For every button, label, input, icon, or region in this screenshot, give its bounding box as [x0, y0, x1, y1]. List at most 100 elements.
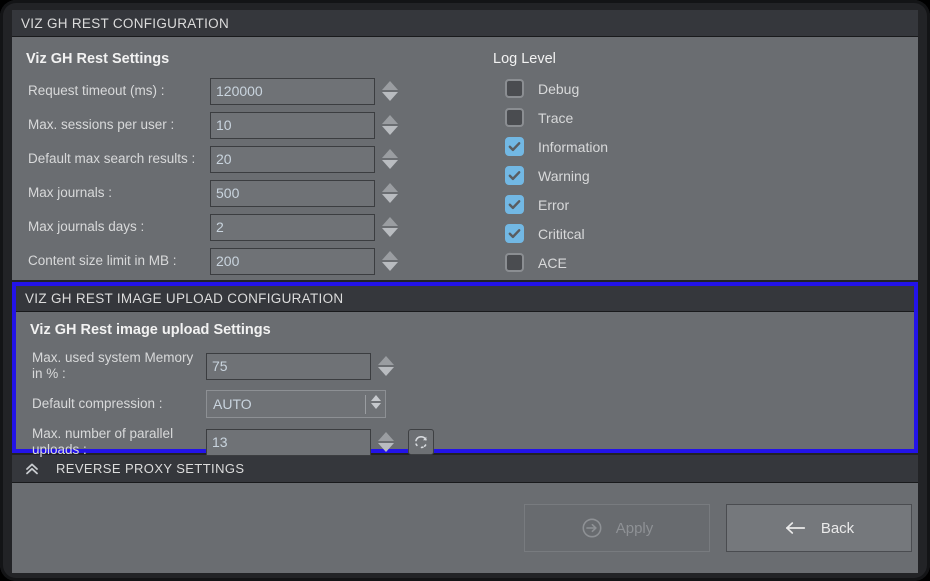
spinner-up-icon[interactable] [382, 251, 398, 260]
back-button-label: Back [820, 519, 855, 537]
reset-parallel-uploads-button[interactable] [408, 429, 434, 455]
input-request-timeout[interactable] [210, 77, 375, 105]
image-upload-settings-title: Viz GH Rest image upload Settings [30, 322, 271, 338]
checkbox-row-warning[interactable]: Warning [487, 161, 918, 190]
checkbox-label-ace: ACE [538, 254, 567, 271]
field-row-request-timeout: Request timeout (ms) : [20, 74, 482, 108]
back-arrow-icon [785, 522, 805, 534]
spinner-max-journals[interactable] [379, 178, 401, 208]
checkbox-row-error[interactable]: Error [487, 190, 918, 219]
viz-gh-rest-settings-title: Viz GH Rest Settings [26, 51, 170, 67]
spinner-down-icon[interactable] [382, 228, 398, 237]
input-default-max-search-results[interactable] [210, 145, 375, 173]
apply-arrow-icon [582, 518, 602, 538]
dropdown-stepper[interactable] [371, 395, 381, 409]
spinner-up-icon[interactable] [382, 217, 398, 226]
label-content-size-limit: Content size limit in MB : [28, 253, 177, 268]
field-row-max-journals-days: Max journals days : [20, 210, 482, 244]
checkbox-label-information: Information [538, 138, 609, 155]
spinner-max-journals-days[interactable] [379, 212, 401, 242]
main-settings-panel: Viz GH Rest Settings Request timeout (ms… [12, 37, 918, 280]
refresh-icon [415, 435, 427, 449]
image-upload-section: VIZ GH REST IMAGE UPLOAD CONFIGURATION V… [12, 282, 918, 457]
spinner-up-icon[interactable] [378, 432, 394, 441]
spinner-down-icon[interactable] [382, 92, 398, 101]
footer-button-bar: Apply Back [12, 483, 918, 573]
field-row-default-compression: Default compression : AUTO [24, 387, 914, 421]
spinner-parallel-uploads[interactable] [375, 427, 397, 457]
chevron-up-icon[interactable] [371, 395, 381, 401]
spinner-down-icon[interactable] [382, 262, 398, 271]
check-icon [508, 200, 521, 210]
spinner-down-icon[interactable] [378, 443, 394, 452]
spinner-max-memory[interactable] [375, 351, 397, 381]
chevron-down-icon[interactable] [371, 403, 381, 409]
input-parallel-uploads[interactable] [206, 428, 371, 456]
settings-left-column: Viz GH Rest Settings Request timeout (ms… [12, 51, 482, 278]
application-window: VIZ GH REST CONFIGURATION Viz GH Rest Se… [0, 0, 930, 581]
dropdown-selected-value: AUTO [213, 396, 252, 412]
checkbox-label-debug: Debug [538, 80, 580, 97]
dropdown-divider [365, 395, 366, 414]
checkbox-row-crititcal[interactable]: Crititcal [487, 219, 918, 248]
checkbox-label-error: Error [538, 196, 570, 213]
spinner-max-sessions[interactable] [379, 110, 401, 140]
spinner-request-timeout[interactable] [379, 76, 401, 106]
checkbox-warning[interactable] [505, 166, 524, 185]
input-max-journals[interactable] [210, 179, 375, 207]
checkbox-error[interactable] [505, 195, 524, 214]
check-icon [508, 171, 521, 181]
checkbox-crititcal[interactable] [505, 224, 524, 243]
spinner-content-size-limit[interactable] [379, 246, 401, 276]
field-row-parallel-uploads: Max. number of parallel uploads : [24, 421, 914, 463]
input-max-journals-days[interactable] [210, 213, 375, 241]
reverse-proxy-settings-label: REVERSE PROXY SETTINGS [56, 461, 245, 476]
spinner-down-icon[interactable] [378, 367, 394, 376]
spinner-up-icon[interactable] [382, 81, 398, 90]
checkbox-ace[interactable] [505, 253, 524, 272]
checkbox-label-crititcal: Crititcal [538, 225, 585, 242]
checkbox-label-warning: Warning [538, 167, 590, 184]
image-upload-panel: Viz GH Rest image upload Settings Max. u… [16, 312, 914, 457]
spinner-down-icon[interactable] [382, 194, 398, 203]
log-level-column: Log Level Debug Trace Information Warnin… [482, 51, 918, 278]
label-max-sessions: Max. sessions per user : [28, 117, 175, 132]
checkbox-row-debug[interactable]: Debug [487, 74, 918, 103]
spinner-default-max-search-results[interactable] [379, 144, 401, 174]
spinner-down-icon[interactable] [382, 126, 398, 135]
apply-button[interactable]: Apply [524, 504, 710, 552]
checkbox-row-information[interactable]: Information [487, 132, 918, 161]
input-content-size-limit[interactable] [210, 247, 375, 275]
field-row-max-memory: Max. used system Memory in % : [24, 345, 914, 387]
checkbox-debug[interactable] [505, 79, 524, 98]
back-button[interactable]: Back [726, 504, 912, 552]
field-row-content-size-limit: Content size limit in MB : [20, 244, 482, 278]
window-content: VIZ GH REST CONFIGURATION Viz GH Rest Se… [12, 10, 918, 573]
spinner-up-icon[interactable] [382, 115, 398, 124]
check-icon [508, 142, 521, 152]
check-icon [508, 229, 521, 239]
spinner-up-icon[interactable] [382, 183, 398, 192]
field-row-default-max-search-results: Default max search results : [20, 142, 482, 176]
field-row-max-sessions: Max. sessions per user : [20, 108, 482, 142]
label-request-timeout: Request timeout (ms) : [28, 83, 165, 98]
label-default-compression: Default compression : [32, 396, 163, 411]
log-level-title: Log Level [493, 51, 556, 67]
spinner-up-icon[interactable] [378, 356, 394, 365]
checkbox-trace[interactable] [505, 108, 524, 127]
dropdown-default-compression[interactable]: AUTO [206, 390, 386, 418]
checkbox-row-ace[interactable]: ACE [487, 248, 918, 277]
label-max-journals-days: Max journals days : [28, 219, 145, 234]
label-max-journals: Max journals : [28, 185, 113, 200]
image-upload-section-header: VIZ GH REST IMAGE UPLOAD CONFIGURATION [16, 286, 914, 312]
settings-columns: Viz GH Rest Settings Request timeout (ms… [12, 37, 918, 278]
label-parallel-uploads: Max. number of parallel uploads : [32, 426, 174, 457]
spinner-down-icon[interactable] [382, 160, 398, 169]
apply-button-label: Apply [615, 519, 654, 537]
checkbox-row-trace[interactable]: Trace [487, 103, 918, 132]
spinner-up-icon[interactable] [382, 149, 398, 158]
checkbox-label-trace: Trace [538, 109, 574, 126]
checkbox-information[interactable] [505, 137, 524, 156]
input-max-sessions[interactable] [210, 111, 375, 139]
input-max-memory[interactable] [206, 352, 371, 380]
